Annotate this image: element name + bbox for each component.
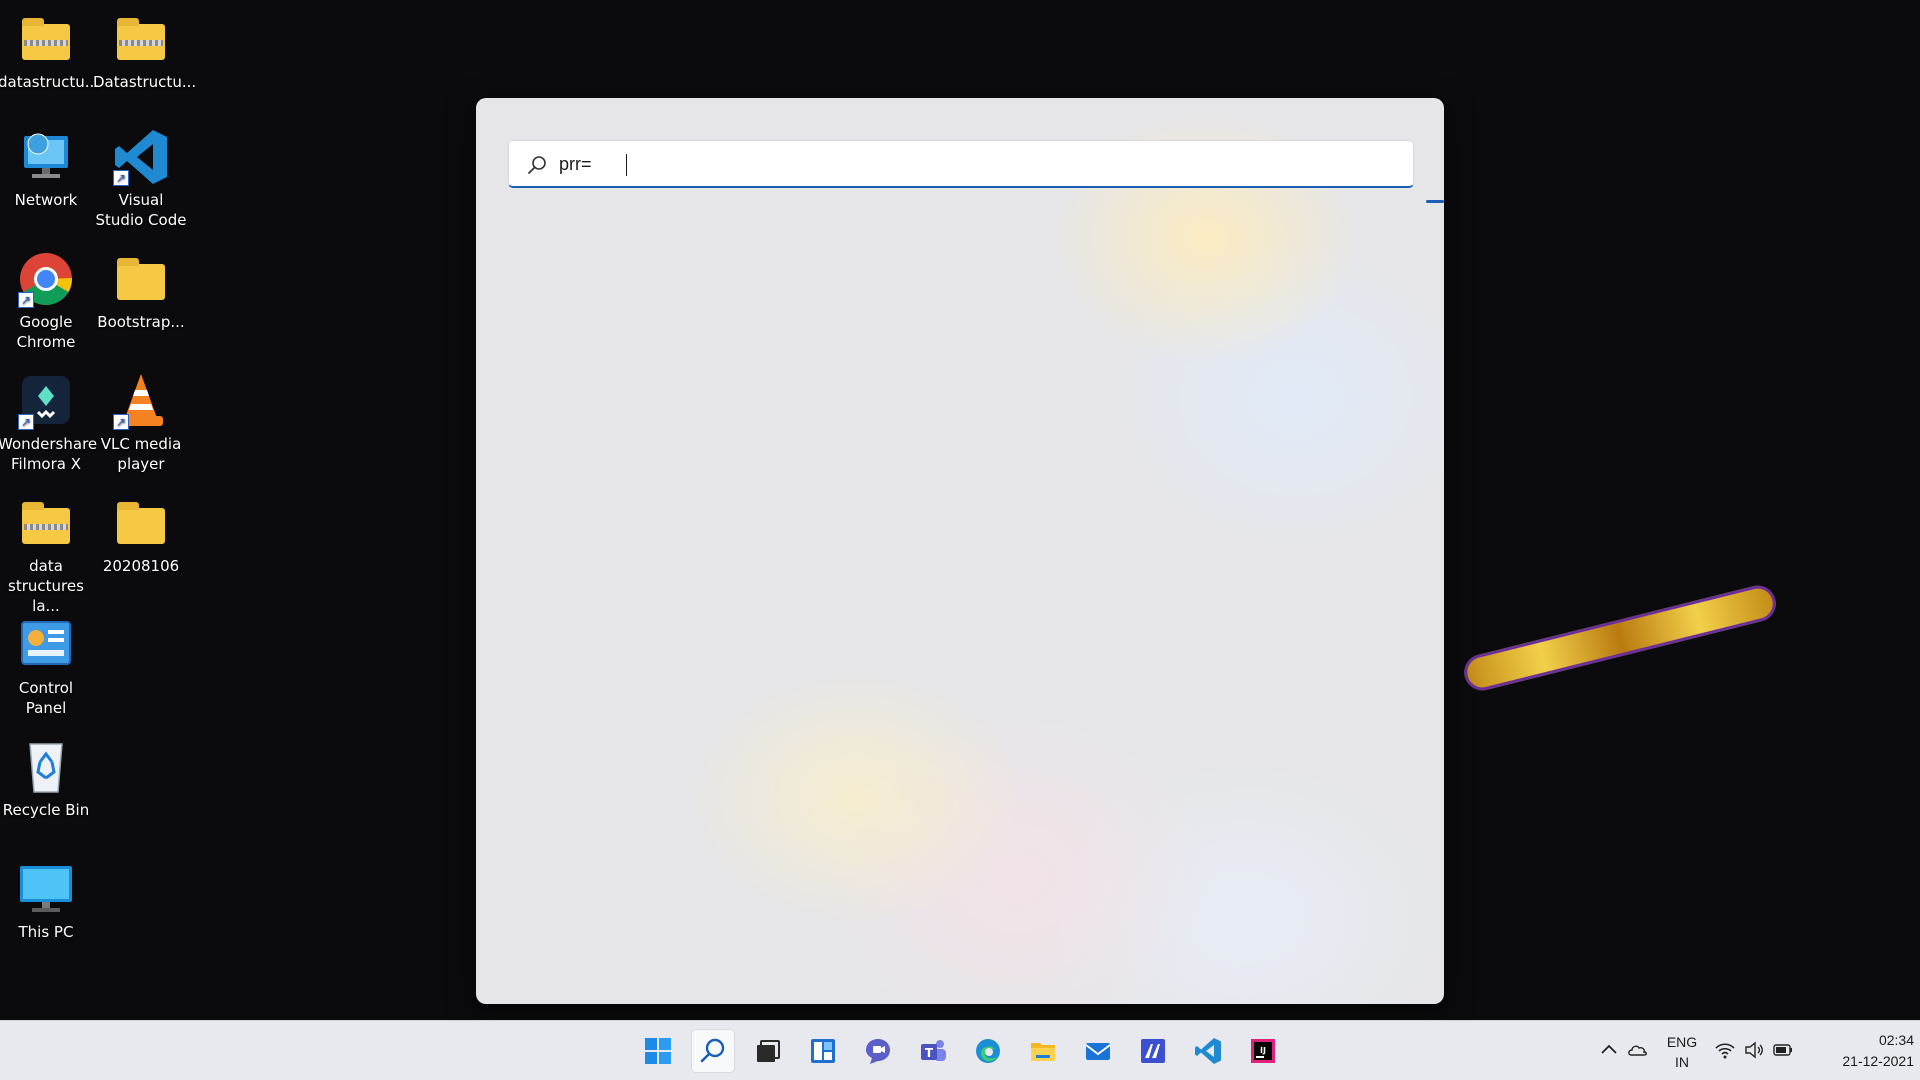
taskbar-intellij-button[interactable]: IJ <box>1241 1029 1285 1073</box>
edge-icon <box>976 1039 1000 1063</box>
desktop-icon-chrome[interactable]: ↗ Google Chrome <box>0 250 94 352</box>
folder-icon <box>111 250 171 308</box>
text-cursor <box>626 154 627 176</box>
vscode-icon <box>1195 1038 1221 1064</box>
search-panel <box>476 98 1444 1004</box>
desktop-icon-filmora[interactable]: ↗ Wondershare Filmora X <box>0 372 98 474</box>
desktop-icon-label: Bootstrap... <box>97 313 185 331</box>
search-icon <box>700 1038 725 1063</box>
desktop-icon-this-pc[interactable]: This PC <box>0 860 94 942</box>
desktop-icon-label: data structures la... <box>8 557 84 615</box>
taskbar-app-button[interactable] <box>1131 1029 1175 1073</box>
system-tray: ENG IN 02:34 21-12-2021 <box>1590 1021 1920 1080</box>
taskbar-search-button[interactable] <box>691 1029 735 1073</box>
control-panel-icon <box>16 616 76 674</box>
taskbar-start-button[interactable] <box>636 1029 680 1073</box>
desktop-icon-label: VLC media player <box>100 435 182 473</box>
desktop-icon-datastructures-zip-1[interactable]: datastructu... <box>0 10 100 92</box>
chrome-icon: ↗ <box>16 250 76 308</box>
desktop-icon-vlc[interactable]: ↗ VLC media player <box>93 372 189 474</box>
wifi-icon[interactable] <box>1714 1039 1736 1061</box>
desktop-icon-recycle-bin[interactable]: Recycle Bin <box>0 738 94 820</box>
zip-folder-icon <box>111 10 171 68</box>
language-indicator-bottom[interactable]: IN <box>1664 1053 1700 1071</box>
desktop-icon-data-structures-zip[interactable]: data structures la... <box>0 494 94 616</box>
teams-icon: T <box>921 1040 946 1061</box>
taskbar-chat-button[interactable] <box>856 1029 900 1073</box>
search-icon <box>528 156 546 174</box>
svg-text:T: T <box>925 1046 934 1060</box>
desktop-icon-label: Google Chrome <box>16 313 76 351</box>
zip-folder-icon <box>16 10 76 68</box>
zip-folder-icon <box>16 494 76 552</box>
desktop-icon-label: Recycle Bin <box>2 801 90 819</box>
taskbar-teams-button[interactable]: T <box>911 1029 955 1073</box>
desktop-icon-label: Network <box>14 191 78 209</box>
loading-indicator <box>1426 200 1444 203</box>
search-box[interactable] <box>508 140 1414 188</box>
search-input[interactable] <box>559 149 1389 179</box>
desktop-icon-label: Control Panel <box>18 679 74 717</box>
svg-text:IJ: IJ <box>1260 1046 1266 1055</box>
mail-icon <box>1085 1043 1111 1060</box>
desktop-icon-vscode[interactable]: ↗ Visual Studio Code <box>93 128 189 230</box>
chevron-up-icon[interactable] <box>1598 1039 1620 1061</box>
taskbar: T IJ ENG IN 02:34 21-12-2021 <box>0 1020 1920 1080</box>
widgets-icon <box>811 1039 835 1063</box>
language-indicator-top[interactable]: ENG <box>1664 1033 1700 1051</box>
taskbar-vscode-button[interactable] <box>1186 1029 1230 1073</box>
desktop-icon-bootstrap-folder[interactable]: Bootstrap... <box>93 250 189 332</box>
folder-icon <box>111 494 171 552</box>
file-explorer-icon <box>1031 1043 1055 1061</box>
taskbar-file-explorer-button[interactable] <box>1021 1029 1065 1073</box>
battery-icon[interactable] <box>1772 1039 1794 1061</box>
desktop-icon-20208106-folder[interactable]: 20208106 <box>93 494 189 576</box>
onedrive-cloud-icon[interactable] <box>1626 1039 1648 1061</box>
desktop-icon-network[interactable]: Network <box>0 128 94 210</box>
recycle-bin-icon <box>16 738 76 796</box>
volume-icon[interactable] <box>1743 1039 1765 1061</box>
taskbar-widgets-button[interactable] <box>801 1029 845 1073</box>
windows-start-icon <box>645 1038 671 1064</box>
desktop-icon-label: 20208106 <box>102 557 180 575</box>
vscode-icon: ↗ <box>111 128 171 186</box>
clock-time[interactable]: 02:34 <box>1814 1031 1914 1049</box>
desktop-icon-label: Datastructu... <box>93 73 197 91</box>
intellij-icon: IJ <box>1251 1039 1275 1063</box>
desktop-icon-label: This PC <box>18 923 74 941</box>
desktop-icon-label: Visual Studio Code <box>95 191 187 229</box>
clock-date[interactable]: 21-12-2021 <box>1814 1052 1914 1070</box>
app-icon <box>1141 1039 1165 1063</box>
taskbar-task-view-button[interactable] <box>746 1029 790 1073</box>
taskbar-edge-button[interactable] <box>966 1029 1010 1073</box>
chat-icon <box>866 1039 890 1064</box>
vlc-icon: ↗ <box>111 372 171 430</box>
desktop-icon-label: Wondershare Filmora X <box>0 435 98 473</box>
taskbar-mail-button[interactable] <box>1076 1029 1120 1073</box>
desktop-icon-label: datastructu... <box>0 73 100 91</box>
task-view-icon <box>757 1040 780 1062</box>
desktop-icon-control-panel[interactable]: Control Panel <box>0 616 94 718</box>
this-pc-icon <box>16 860 76 918</box>
filmora-icon: ↗ <box>16 372 76 430</box>
desktop-icon-datastructures-zip-2[interactable]: Datastructu... <box>93 10 197 92</box>
network-icon <box>16 128 76 186</box>
